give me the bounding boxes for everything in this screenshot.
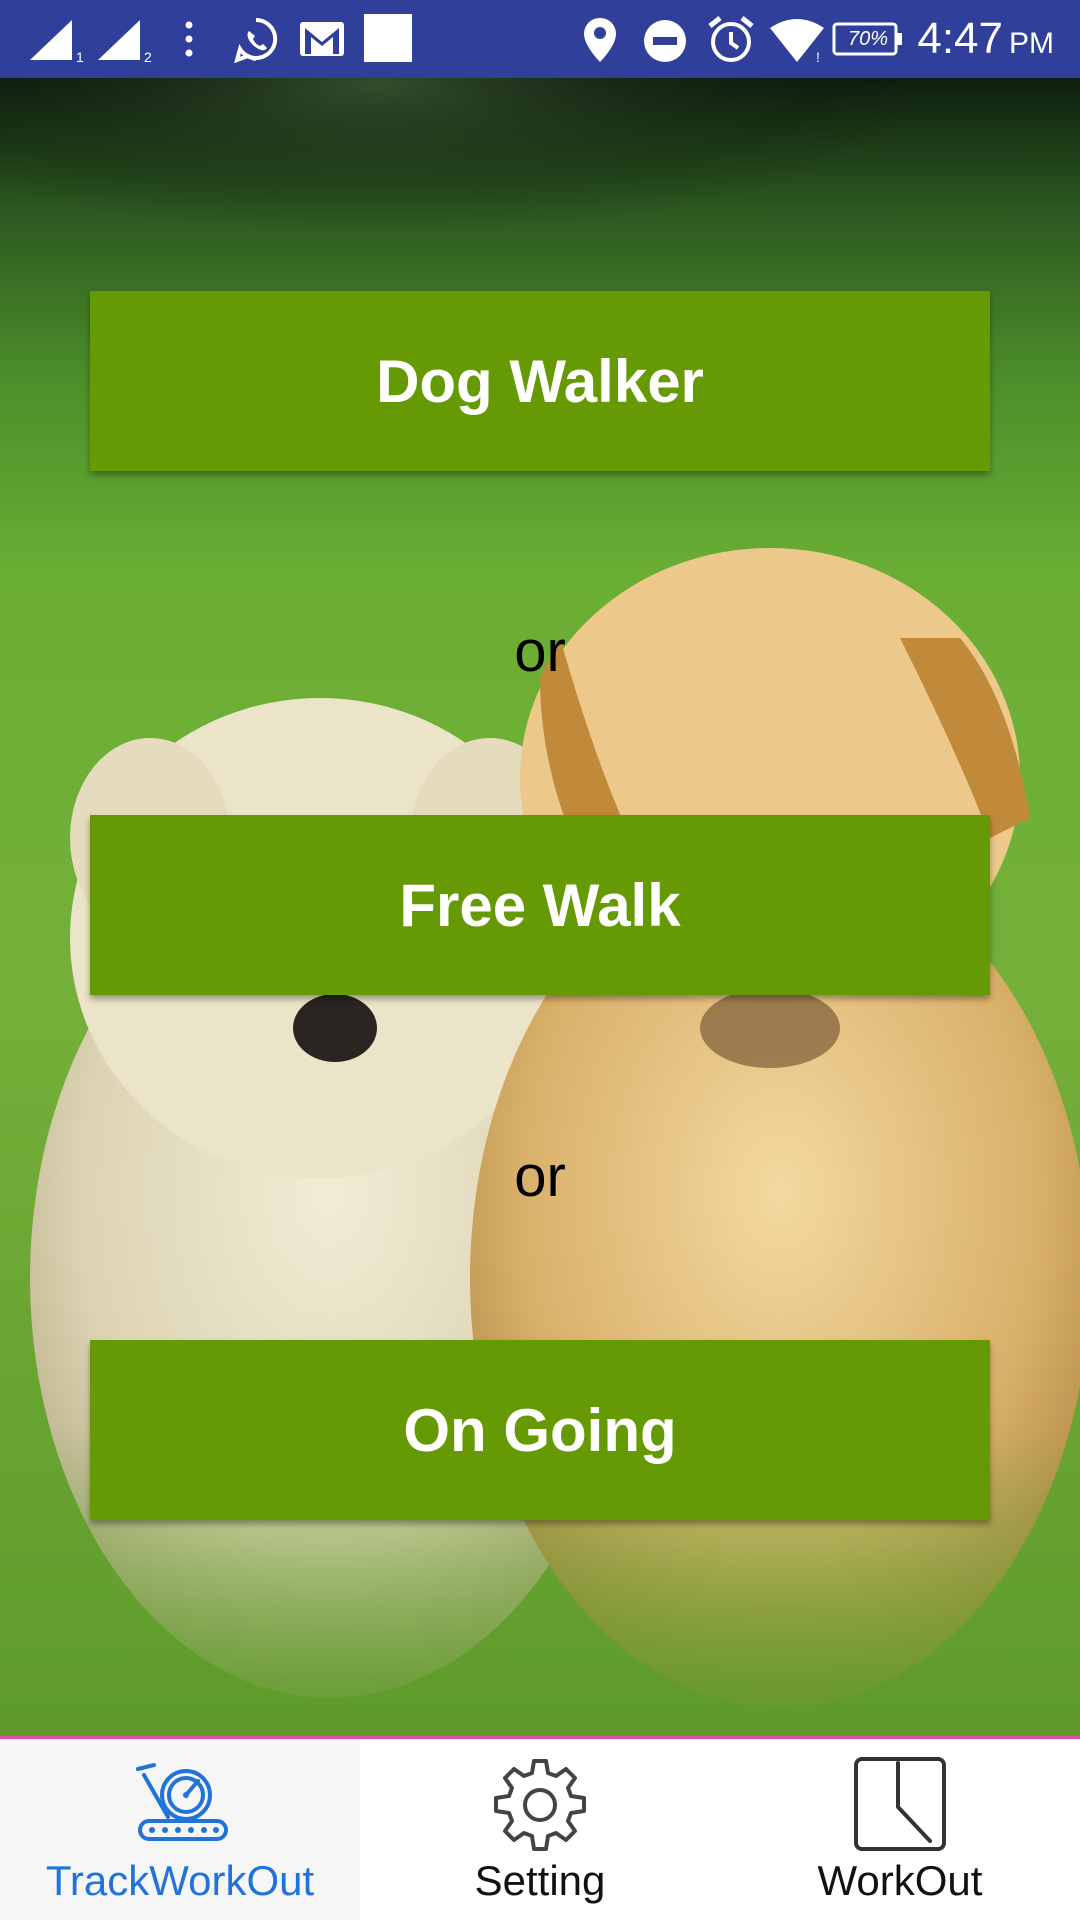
alarm-icon bbox=[708, 16, 754, 62]
location-icon bbox=[584, 18, 616, 62]
nav-item-workout[interactable]: WorkOut bbox=[720, 1739, 1080, 1920]
do-not-disturb-icon bbox=[644, 20, 686, 62]
nav-label-workout: WorkOut bbox=[817, 1857, 983, 1904]
dog-walker-button[interactable]: Dog Walker bbox=[90, 291, 990, 471]
gear-icon bbox=[494, 1759, 586, 1851]
wifi-icon: ! bbox=[770, 19, 824, 64]
bottom-navigation: TrackWorkOut Setting WorkOut bbox=[0, 1736, 1080, 1920]
or-separator-1: or bbox=[514, 619, 566, 684]
signal-sim1-icon: 1 bbox=[30, 20, 84, 64]
battery-level: 70% bbox=[847, 28, 889, 50]
nav-label-setting: Setting bbox=[474, 1857, 606, 1904]
nav-item-setting[interactable]: Setting bbox=[360, 1739, 720, 1920]
whatsapp-icon bbox=[234, 17, 278, 64]
status-time: 4:47 bbox=[917, 14, 1003, 63]
nav-item-trackworkout[interactable]: TrackWorkOut bbox=[0, 1739, 360, 1920]
more-vert-icon bbox=[185, 21, 193, 57]
status-clock: 4:47 PM bbox=[917, 14, 1054, 64]
svg-text:2: 2 bbox=[144, 49, 152, 64]
main-content: Dog Walker or Free Walk or On Going bbox=[0, 78, 1080, 1736]
nav-label-trackworkout: TrackWorkOut bbox=[45, 1857, 315, 1904]
app-screen: 1 2 ! 70% 4:47 PM Dog Walker or Free Wal… bbox=[0, 0, 1080, 1920]
svg-text:!: ! bbox=[816, 49, 820, 64]
on-going-button[interactable]: On Going bbox=[90, 1340, 990, 1520]
status-ampm: PM bbox=[1009, 27, 1054, 60]
or-separator-2: or bbox=[514, 1144, 566, 1209]
gmail-icon bbox=[300, 22, 344, 56]
treadmill-gauge-icon bbox=[136, 1763, 228, 1841]
status-bar: 1 2 ! 70% 4:47 PM bbox=[0, 0, 1080, 78]
notification-square-icon bbox=[364, 14, 412, 62]
signal-sim2-icon: 2 bbox=[98, 20, 152, 64]
free-walk-button[interactable]: Free Walk bbox=[90, 815, 990, 995]
svg-text:1: 1 bbox=[76, 49, 84, 64]
clock-icon bbox=[854, 1757, 946, 1851]
